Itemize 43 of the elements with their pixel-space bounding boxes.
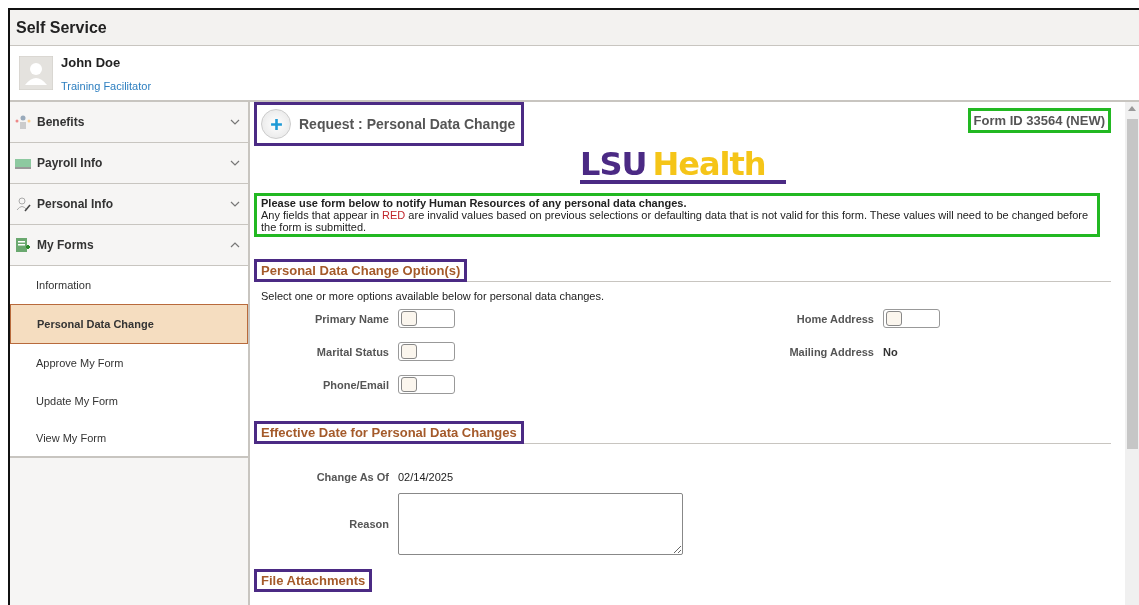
field-label: Phone/Email — [321, 378, 389, 391]
people-icon — [15, 114, 31, 130]
toggle-switch[interactable] — [398, 342, 455, 361]
chevron-up-icon — [230, 242, 240, 248]
field-label: Primary Name — [314, 312, 389, 325]
field-label: Mailing Address — [788, 345, 874, 358]
chevron-down-icon — [230, 201, 240, 207]
notice-heading: Please use form below to notify Human Resources of any personal data changes. — [261, 197, 688, 209]
add-button[interactable] — [261, 109, 291, 139]
notice-text: Any fields that appear in RED are invalid values based on previous selections or defaulting data that is not valid for this form. These values will need to be changed before the form is submitted. — [261, 209, 1090, 233]
form-icon — [15, 237, 31, 253]
avatar-icon — [19, 56, 53, 90]
nav-item[interactable]: Information — [10, 266, 248, 304]
user-name: John Doe — [61, 54, 122, 70]
section-heading: Effective Date for Personal Data Changes — [254, 421, 524, 444]
person-edit-icon — [15, 196, 31, 212]
plus-icon — [269, 117, 283, 131]
nav-item[interactable]: Approve My Form — [10, 344, 248, 382]
nav-item[interactable]: Personal Data Change — [10, 304, 248, 344]
chevron-down-icon — [230, 119, 240, 125]
section-heading: File Attachments — [254, 569, 373, 592]
reason-field[interactable] — [398, 493, 683, 555]
logo: LSU Health — [580, 148, 786, 184]
date-value: 02/14/2025 — [398, 470, 454, 483]
field-value: No — [883, 345, 898, 358]
section-heading: Personal Data Change Option(s) — [254, 259, 468, 282]
field-label: Marital Status — [315, 345, 389, 358]
field-label: Reason — [348, 518, 389, 530]
page-title: Request : Personal Data Change — [299, 116, 516, 132]
field-label: Home Address — [795, 312, 874, 325]
instructions: Select one or more options available below for personal data changes. — [261, 290, 606, 302]
field-label: Change As Of — [315, 470, 389, 483]
app-title: Self Service — [16, 18, 107, 37]
chevron-down-icon — [230, 160, 240, 166]
scroll-up-icon[interactable] — [1128, 106, 1136, 111]
form-id: Form ID 33564 (NEW) — [967, 108, 1111, 133]
scrollbar[interactable] — [1125, 102, 1139, 605]
role-link[interactable]: Training Facilitator — [61, 79, 152, 92]
toggle-switch[interactable] — [398, 309, 455, 328]
toggle-switch[interactable] — [398, 375, 455, 394]
toggle-switch[interactable] — [883, 309, 940, 328]
nav-item[interactable]: View My Form — [10, 420, 248, 458]
nav-item[interactable]: Update My Form — [10, 382, 248, 420]
